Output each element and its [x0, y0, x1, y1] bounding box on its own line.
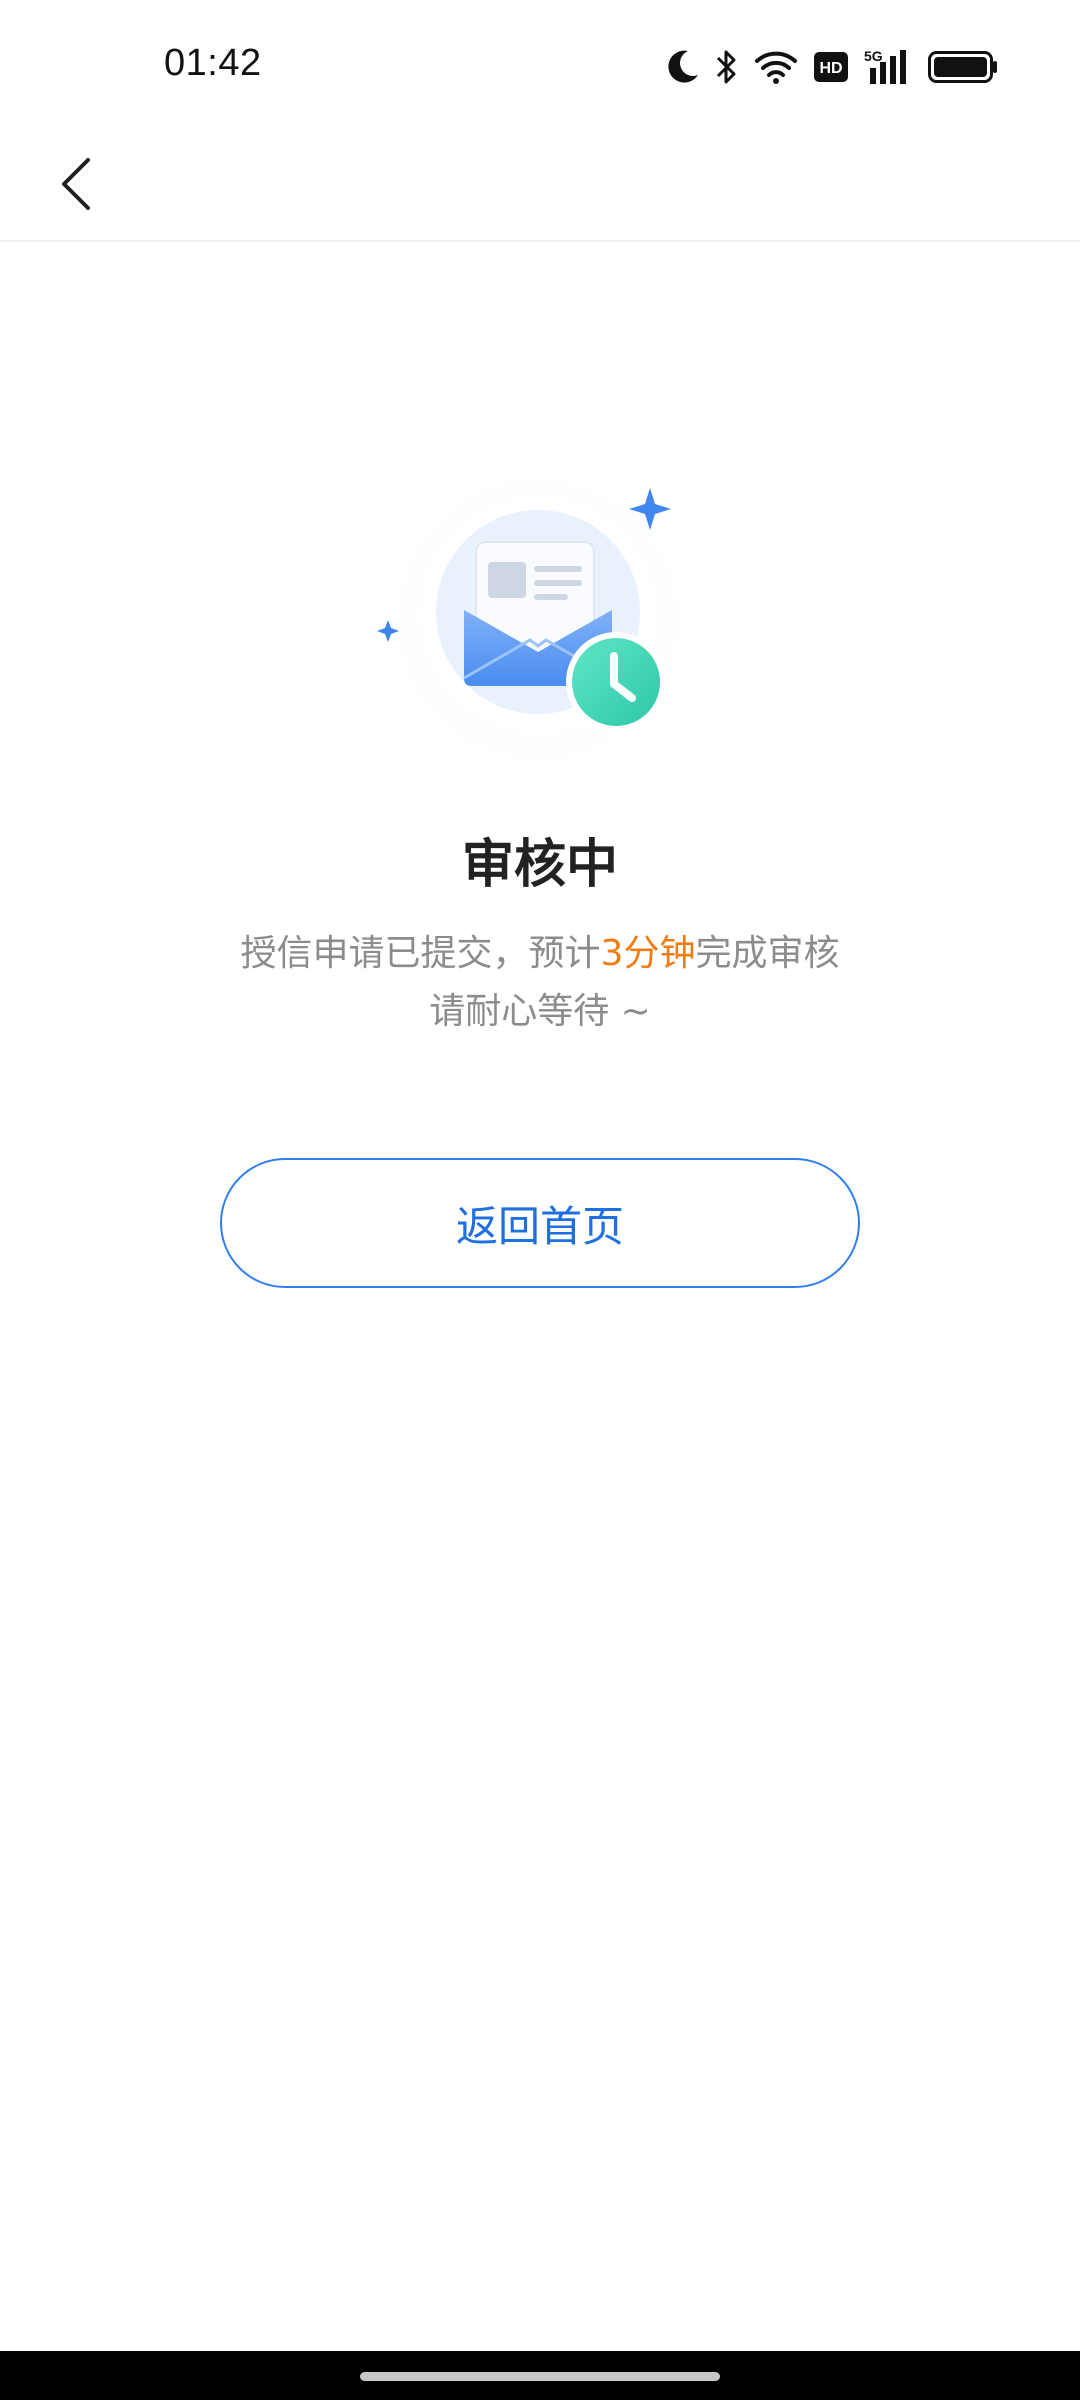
battery-icon — [928, 51, 998, 83]
back-button[interactable] — [46, 144, 106, 228]
status-time: 01:42 — [164, 42, 262, 84]
status-icons: HD 5G — [666, 45, 998, 89]
description-line-2: 请耐心等待 ~ — [429, 991, 651, 1032]
wifi-icon — [754, 49, 798, 85]
envelope-clock-icon — [360, 455, 720, 800]
description-suffix: 完成审核 — [695, 933, 840, 974]
moon-icon — [666, 49, 700, 85]
description-prefix: 授信申请已提交，预计 — [240, 933, 601, 974]
screen: 01:42 HD 5G 审核中 授信申请已提交，预计3分钟完成审核 请耐心等待 … — [0, 0, 1080, 2400]
hd-icon: HD — [814, 52, 848, 82]
status-bar: 01:42 HD 5G — [0, 0, 1080, 130]
review-description: 授信申请已提交，预计3分钟完成审核 请耐心等待 ~ — [0, 925, 1080, 1041]
nav-bar — [0, 130, 1080, 242]
5g-signal-icon: 5G — [864, 48, 912, 86]
review-status-title: 审核中 — [461, 835, 618, 895]
estimated-time: 3分钟 — [600, 933, 696, 974]
chevron-left-icon — [58, 156, 94, 216]
home-indicator[interactable] — [360, 2372, 720, 2381]
return-home-button[interactable]: 返回首页 — [220, 1158, 860, 1288]
network-label: 5G — [864, 48, 883, 64]
bluetooth-icon — [716, 49, 738, 85]
hd-label: HD — [819, 60, 842, 77]
description-line-1: 授信申请已提交，预计3分钟完成审核 — [0, 925, 1080, 983]
